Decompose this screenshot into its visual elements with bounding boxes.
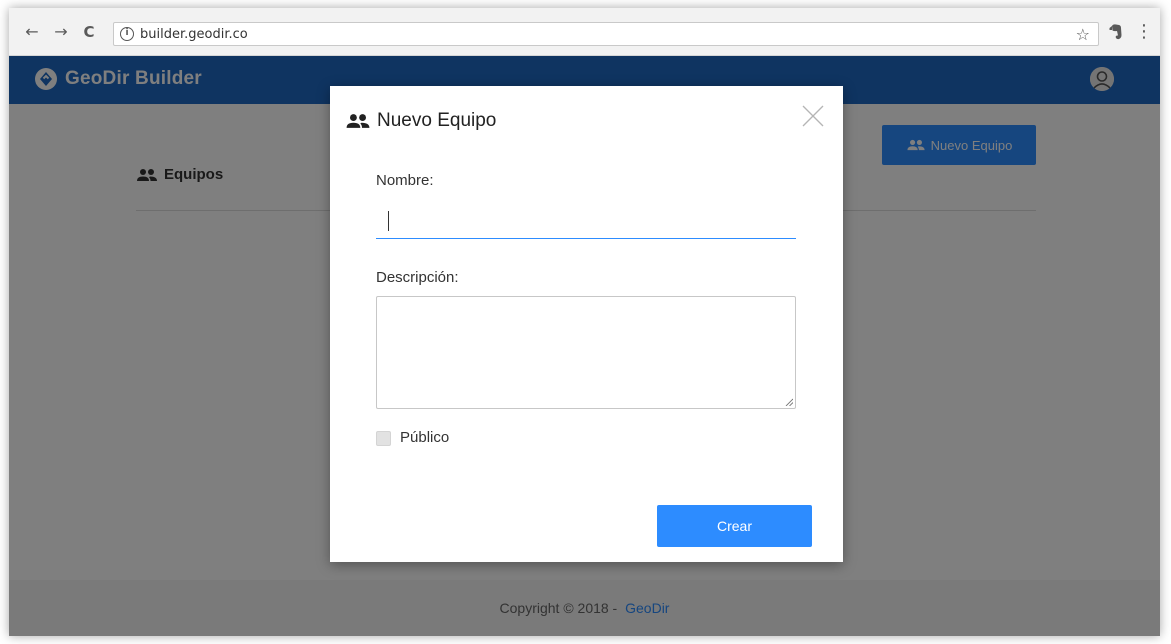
evernote-extension-icon[interactable]	[1106, 22, 1126, 42]
url-text[interactable]: builder.geodir.co	[140, 27, 248, 42]
bookmark-star-icon[interactable]: ☆	[1076, 25, 1090, 44]
close-icon[interactable]	[801, 104, 825, 128]
back-button[interactable]: ←	[23, 23, 41, 41]
create-button[interactable]: Crear	[657, 505, 812, 547]
browser-toolbar: ← → C i builder.geodir.co ☆ ⋮	[9, 8, 1160, 56]
text-cursor	[388, 211, 389, 231]
public-label[interactable]: Público	[400, 429, 449, 446]
public-checkbox[interactable]	[376, 431, 391, 446]
name-input[interactable]	[376, 205, 796, 239]
people-icon	[346, 114, 370, 128]
reload-button[interactable]: C	[80, 23, 98, 41]
browser-window: ← → C i builder.geodir.co ☆ ⋮ GeoDir Bui…	[9, 8, 1160, 636]
modal-title: Nuevo Equipo	[377, 110, 497, 131]
name-label: Nombre:	[376, 172, 434, 189]
description-textarea[interactable]	[376, 296, 796, 409]
forward-button[interactable]: →	[52, 23, 70, 41]
description-label: Descripción:	[376, 269, 459, 286]
browser-menu-icon[interactable]: ⋮	[1135, 22, 1153, 42]
new-team-modal: Nuevo Equipo Nombre: Descripción: Públic…	[330, 86, 843, 562]
resize-handle-icon[interactable]	[785, 398, 793, 406]
address-bar[interactable]: i builder.geodir.co ☆	[113, 22, 1099, 46]
info-icon[interactable]: i	[120, 27, 134, 41]
modal-header: Nuevo Equipo	[345, 110, 496, 132]
